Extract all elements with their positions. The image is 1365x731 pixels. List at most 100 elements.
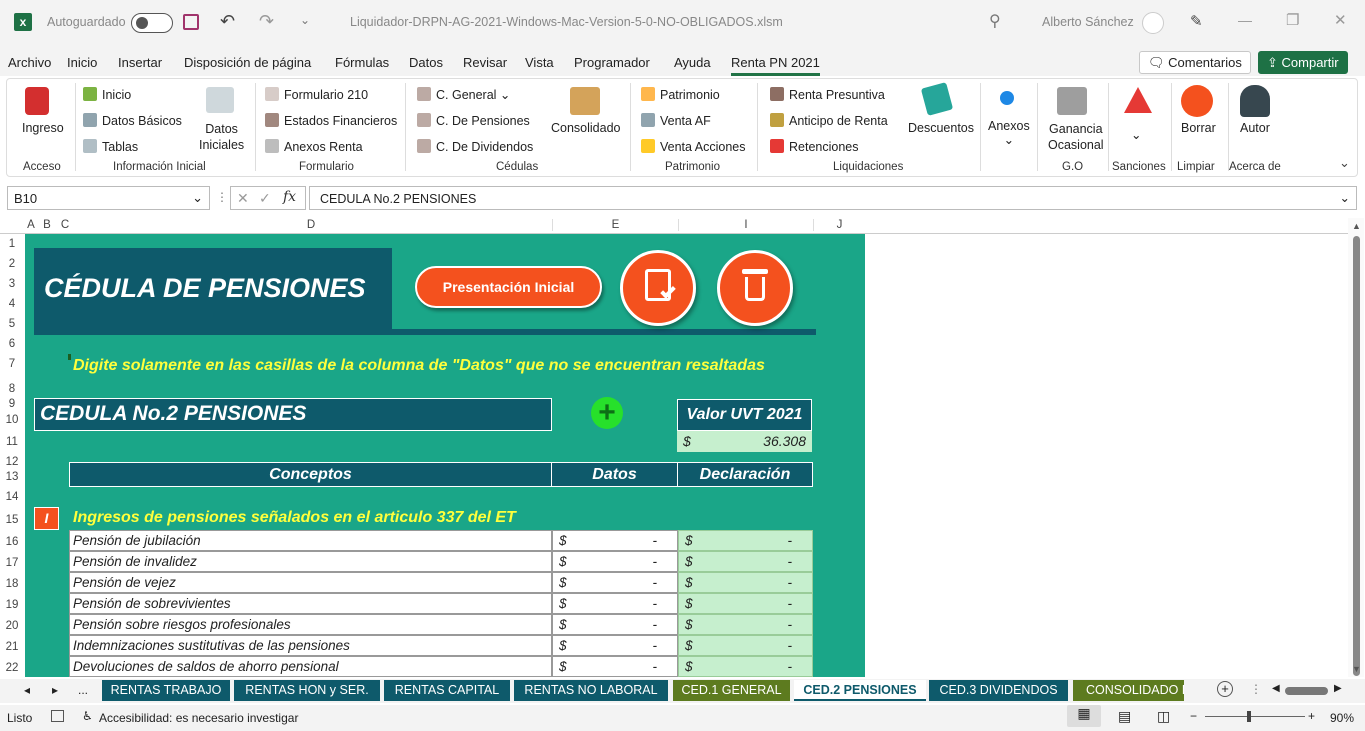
scroll-up-icon[interactable]: ▲ [1352, 221, 1361, 231]
undo-icon[interactable]: ↶ [220, 11, 235, 32]
menu-revisar[interactable]: Revisar [463, 55, 507, 70]
datos-basicos-button[interactable]: Datos Básicos [83, 113, 182, 128]
datos-cell[interactable]: $ - [552, 593, 678, 614]
row-header[interactable]: 9 [0, 398, 24, 410]
row-header[interactable]: 11 [0, 436, 24, 448]
row-header[interactable]: 22 [0, 662, 24, 674]
tab-ced1-general[interactable]: CED.1 GENERAL [673, 680, 790, 701]
retenciones-button[interactable]: Retenciones [770, 139, 859, 154]
add-plus-icon[interactable]: + [591, 397, 623, 429]
row-header[interactable]: 8 [0, 383, 24, 395]
tab-ced2-pensiones[interactable]: CED.2 PENSIONES [794, 680, 926, 701]
hscroll-left-icon[interactable]: ◀ [1272, 683, 1280, 694]
estados-financieros-button[interactable]: Estados Financieros [265, 113, 397, 128]
datos-cell[interactable]: $ - [552, 635, 678, 656]
hscroll-right-icon[interactable]: ▶ [1334, 683, 1342, 694]
more-vertical-icon[interactable]: ⋮ [1250, 682, 1262, 696]
consolidado-button[interactable]: Consolidado [551, 121, 621, 135]
autosave-toggle[interactable] [131, 13, 173, 33]
user-name[interactable]: Alberto Sánchez [1042, 15, 1134, 29]
c-dividendos-button[interactable]: C. De Dividendos [417, 139, 533, 154]
c-pensiones-button[interactable]: C. De Pensiones [417, 113, 530, 128]
tab-rentas-capital[interactable]: RENTAS CAPITAL [384, 680, 510, 701]
page-layout-icon[interactable]: ▤ [1118, 708, 1131, 725]
checklist-button[interactable] [620, 250, 696, 326]
concept-cell[interactable]: Pensión de sobrevivientes [69, 593, 552, 614]
boxes-icon[interactable] [570, 87, 600, 115]
menu-insertar[interactable]: Insertar [118, 55, 162, 70]
cancel-icon[interactable]: ✕ [237, 190, 249, 207]
declaracion-cell[interactable]: $ - [678, 656, 813, 677]
enter-icon[interactable]: ✓ [259, 190, 271, 207]
row-header[interactable]: 14 [0, 491, 24, 503]
horizontal-scroll-thumb[interactable] [1285, 687, 1328, 695]
more-icon[interactable]: ⋮ [216, 190, 228, 204]
patrimonio-button[interactable]: Patrimonio [641, 87, 720, 102]
row-header[interactable]: 12 [0, 456, 24, 468]
declaracion-cell[interactable]: $ - [678, 593, 813, 614]
col-header[interactable]: B [41, 219, 53, 231]
save-icon[interactable] [183, 14, 199, 30]
col-header[interactable]: D [70, 219, 552, 231]
avatar[interactable] [1142, 12, 1164, 34]
vertical-scrollbar[interactable]: ▲ ▼ [1348, 218, 1364, 677]
comments-button[interactable]: 🗨 Comentarios [1139, 51, 1251, 74]
tab-more[interactable]: ... [78, 683, 88, 697]
scroll-thumb[interactable] [1353, 236, 1360, 676]
anticipo-button[interactable]: Anticipo de Renta [770, 113, 888, 128]
inicio-button[interactable]: Inicio [83, 87, 131, 102]
cedula-title-cell[interactable]: CEDULA No.2 PENSIONES [34, 398, 552, 431]
zoom-slider-thumb[interactable] [1247, 711, 1251, 722]
row-header[interactable]: 6 [0, 338, 24, 350]
macro-recorder-icon[interactable] [51, 710, 64, 722]
col-header[interactable]: J [813, 219, 865, 231]
name-box[interactable]: B10 ⌄ [7, 186, 210, 210]
concept-cell[interactable]: Pensión de invalidez [69, 551, 552, 572]
menu-archivo[interactable]: Archivo [8, 55, 51, 70]
zoom-in-icon[interactable]: + [1308, 709, 1315, 723]
sale-tag-icon[interactable] [920, 82, 954, 116]
scroll-down-icon[interactable]: ▼ [1352, 664, 1361, 674]
datos-cell[interactable]: $ - [552, 551, 678, 572]
datos-iniciales-button[interactable]: Datos Iniciales [199, 121, 244, 153]
accessibility-status[interactable]: Accesibilidad: es necesario investigar [99, 711, 298, 725]
concept-cell[interactable]: Pensión de vejez [69, 572, 552, 593]
menu-disposicion[interactable]: Disposición de página [184, 55, 311, 70]
row-header[interactable]: 16 [0, 536, 24, 548]
row-header[interactable]: 10 [0, 414, 24, 426]
trash-icon[interactable] [1181, 85, 1213, 117]
row-header[interactable]: 19 [0, 599, 24, 611]
presentacion-inicial-button[interactable]: Presentación Inicial [415, 266, 602, 308]
datos-cell[interactable]: $ - [552, 572, 678, 593]
descuentos-button[interactable]: Descuentos [908, 121, 974, 135]
anexos-button[interactable]: Anexos ⌄ [988, 119, 1030, 147]
delete-button[interactable] [717, 250, 793, 326]
row-header[interactable]: 20 [0, 620, 24, 632]
menu-programador[interactable]: Programador [574, 55, 650, 70]
users-icon[interactable] [206, 87, 234, 113]
autor-button[interactable]: Autor [1240, 121, 1270, 135]
concept-cell[interactable]: Pensión sobre riesgos profesionales [69, 614, 552, 635]
venta-acciones-button[interactable]: Venta Acciones [641, 139, 745, 154]
formula-input[interactable]: CEDULA No.2 PENSIONES ⌄ [309, 186, 1357, 210]
add-sheet-icon[interactable]: + [1217, 681, 1233, 697]
close-icon[interactable]: ✕ [1334, 11, 1347, 29]
uvt-value-cell[interactable]: $36.308 [677, 431, 812, 452]
concept-cell[interactable]: Pensión de jubilación [69, 530, 552, 551]
tab-rentas-hon[interactable]: RENTAS HON y SER. [234, 680, 380, 701]
c-general-button[interactable]: C. General ⌄ [417, 87, 510, 102]
file-name[interactable]: Liquidador-DRPN-AG-2021-Windows-Mac-Vers… [350, 15, 783, 29]
tab-rentas-trabajo[interactable]: RENTAS TRABAJO [102, 680, 230, 701]
menu-vista[interactable]: Vista [525, 55, 554, 70]
declaracion-cell[interactable]: $ - [678, 635, 813, 656]
declaracion-cell[interactable]: $ - [678, 572, 813, 593]
col-header[interactable]: A [25, 219, 37, 231]
menu-ayuda[interactable]: Ayuda [674, 55, 711, 70]
author-icon[interactable] [1240, 85, 1270, 117]
normal-view-icon[interactable]: ▦ [1067, 705, 1101, 727]
page-break-icon[interactable]: ◫ [1157, 708, 1170, 725]
datos-cell[interactable]: $ - [552, 530, 678, 551]
col-header[interactable]: I [678, 219, 813, 231]
tab-next-icon[interactable]: ▸ [52, 683, 58, 697]
row-header[interactable]: 1 [0, 238, 24, 250]
